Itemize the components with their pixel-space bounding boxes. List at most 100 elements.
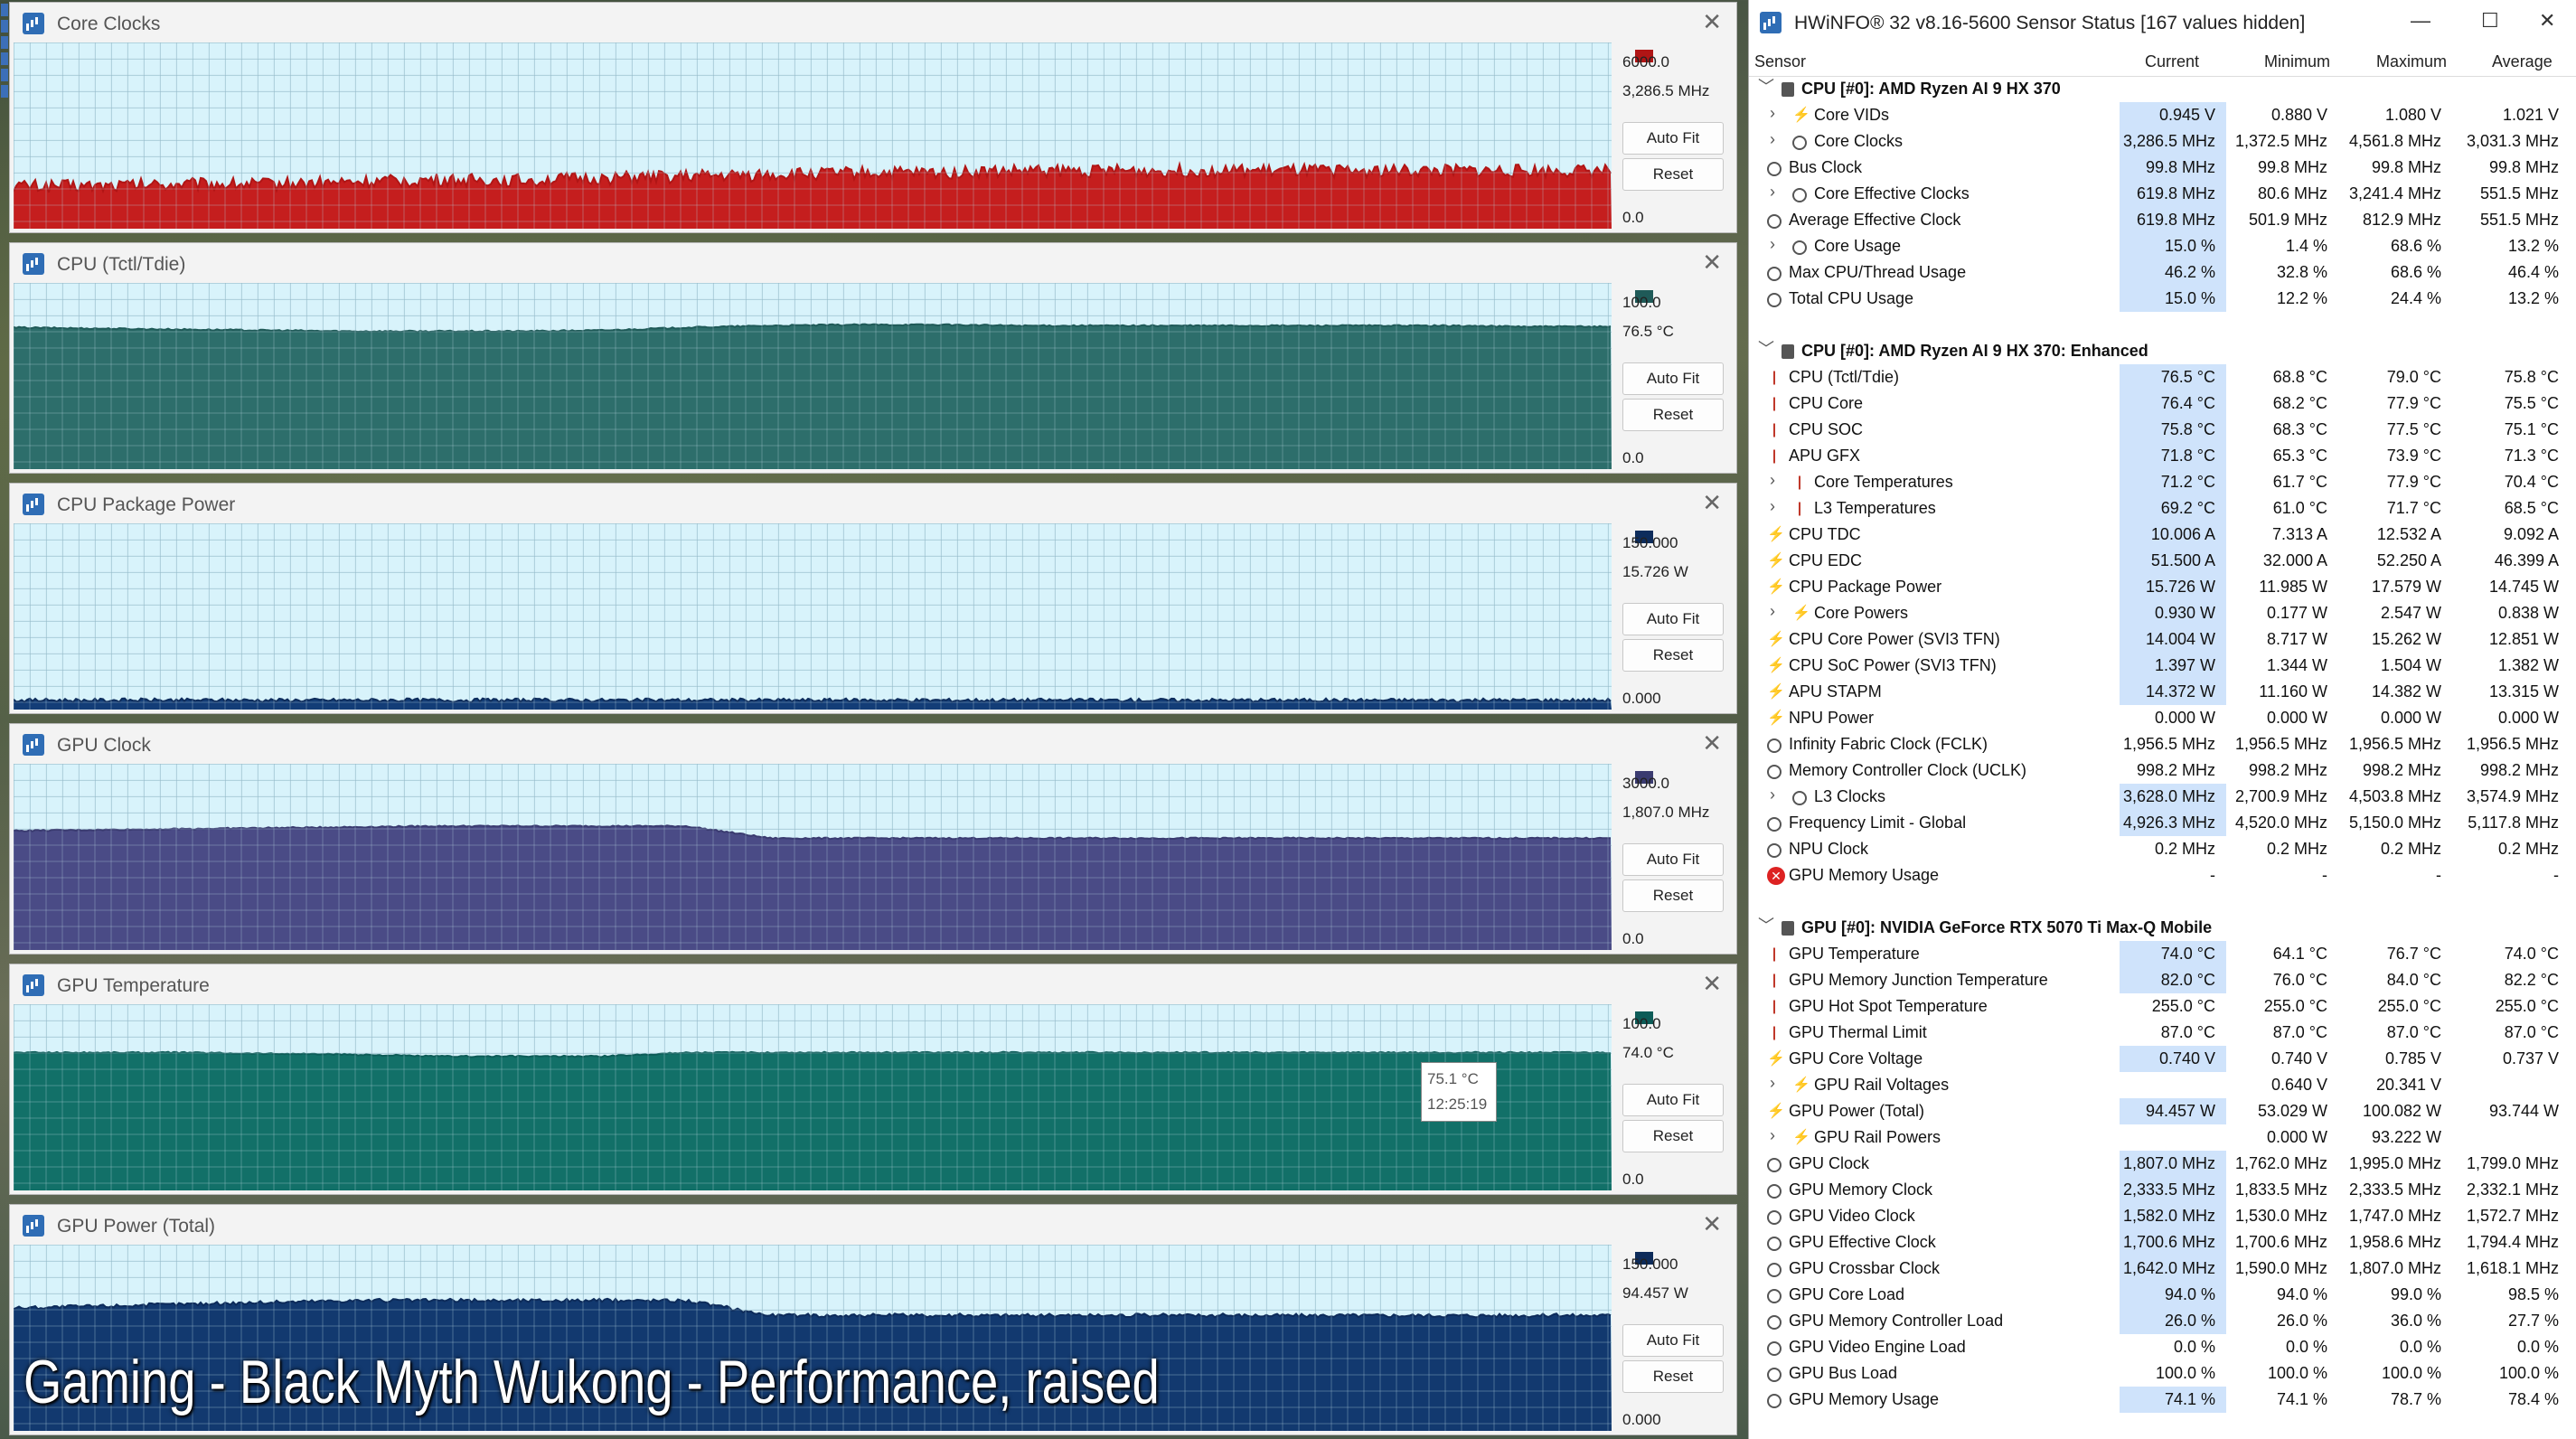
expand-icon[interactable]: ›	[1765, 236, 1780, 252]
sensor-row[interactable]: ⚡ GPU Power (Total) 94.457 W 53.029 W 10…	[1749, 1098, 2576, 1124]
maximize-button[interactable]: ☐	[2481, 9, 2499, 33]
reset-button[interactable]: Reset	[1622, 1120, 1724, 1152]
sensor-row[interactable]: GPU Memory Clock 2,333.5 MHz 1,833.5 MHz…	[1749, 1177, 2576, 1203]
graph-title: GPU Clock	[57, 735, 151, 756]
collapse-icon[interactable]: ﹀	[1758, 79, 1774, 95]
sensor-row[interactable]: ✕ GPU Memory Usage - - - -	[1749, 862, 2576, 889]
expand-icon[interactable]: ›	[1765, 1127, 1780, 1143]
current-value: 76.5 °C	[2160, 368, 2215, 386]
auto-fit-button[interactable]: Auto Fit	[1622, 122, 1724, 155]
sensor-row[interactable]: GPU Memory Controller Load 26.0 % 26.0 %…	[1749, 1308, 2576, 1334]
sensor-row[interactable]: | CPU SOC 75.8 °C 68.3 °C 77.5 °C 75.1 °…	[1749, 417, 2576, 443]
reset-button[interactable]: Reset	[1622, 158, 1724, 191]
expand-icon[interactable]: ›	[1765, 472, 1780, 488]
close-icon[interactable]: ✕	[1702, 729, 1722, 757]
sensor-row[interactable]: ⚡ NPU Power 0.000 W 0.000 W 0.000 W 0.00…	[1749, 705, 2576, 731]
sensor-row[interactable]: Memory Controller Clock (UCLK) 998.2 MHz…	[1749, 757, 2576, 784]
current-value: 1,956.5 MHz	[2122, 735, 2215, 753]
expand-icon[interactable]: ›	[1765, 105, 1780, 121]
sensor-row[interactable]: | APU GFX 71.8 °C 65.3 °C 73.9 °C 71.3 °…	[1749, 443, 2576, 469]
sensor-row[interactable]: ⚡ APU STAPM 14.372 W 11.160 W 14.382 W 1…	[1749, 679, 2576, 705]
minimize-button[interactable]: —	[2411, 9, 2430, 33]
sensor-row[interactable]: | GPU Memory Junction Temperature 82.0 °…	[1749, 967, 2576, 993]
sensor-row[interactable]: | GPU Temperature 74.0 °C 64.1 °C 76.7 °…	[1749, 941, 2576, 967]
sensor-row[interactable]: Bus Clock 99.8 MHz 99.8 MHz 99.8 MHz 99.…	[1749, 155, 2576, 181]
sensor-row[interactable]: › | Core Temperatures 71.2 °C 61.7 °C 77…	[1749, 469, 2576, 495]
close-icon[interactable]: ✕	[1702, 489, 1722, 517]
sensor-row[interactable]: › ⚡ GPU Rail Powers 0.000 W 93.222 W	[1749, 1124, 2576, 1151]
average-value: 1.382 W	[2497, 656, 2559, 674]
reset-button[interactable]: Reset	[1622, 639, 1724, 672]
sensor-row[interactable]: Total CPU Usage 15.0 % 12.2 % 24.4 % 13.…	[1749, 286, 2576, 312]
sensor-row[interactable]: Average Effective Clock 619.8 MHz 501.9 …	[1749, 207, 2576, 233]
sensor-row[interactable]: › L3 Clocks 3,628.0 MHz 2,700.9 MHz 4,50…	[1749, 784, 2576, 810]
sensor-group-header[interactable]: ﹀ CPU [#0]: AMD Ryzen AI 9 HX 370: Enhan…	[1749, 338, 2576, 364]
minimum-value: 1.4 %	[2285, 237, 2327, 255]
expand-icon[interactable]: ›	[1765, 131, 1780, 147]
sensor-list[interactable]: ﹀ CPU [#0]: AMD Ryzen AI 9 HX 370 › ⚡ Co…	[1749, 76, 2576, 1413]
sensor-row[interactable]: | GPU Thermal Limit 87.0 °C 87.0 °C 87.0…	[1749, 1020, 2576, 1046]
auto-fit-button[interactable]: Auto Fit	[1622, 843, 1724, 876]
sensor-row[interactable]: › Core Usage 15.0 % 1.4 % 68.6 % 13.2 %	[1749, 233, 2576, 259]
sensor-row[interactable]: NPU Clock 0.2 MHz 0.2 MHz 0.2 MHz 0.2 MH…	[1749, 836, 2576, 862]
reset-button[interactable]: Reset	[1622, 1360, 1724, 1393]
sensor-label: GPU Video Clock	[1789, 1207, 1915, 1225]
col-maximum[interactable]: Maximum	[2376, 52, 2447, 71]
sensor-label: CPU Core	[1789, 394, 1864, 412]
sensor-row[interactable]: GPU Effective Clock 1,700.6 MHz 1,700.6 …	[1749, 1229, 2576, 1256]
sensor-row[interactable]: › Core Clocks 3,286.5 MHz 1,372.5 MHz 4,…	[1749, 128, 2576, 155]
auto-fit-button[interactable]: Auto Fit	[1622, 1324, 1724, 1357]
sensor-row[interactable]: ⚡ CPU Package Power 15.726 W 11.985 W 17…	[1749, 574, 2576, 600]
sensor-row[interactable]: ⚡ CPU SoC Power (SVI3 TFN) 1.397 W 1.344…	[1749, 653, 2576, 679]
reset-button[interactable]: Reset	[1622, 879, 1724, 912]
sensor-row[interactable]: Max CPU/Thread Usage 46.2 % 32.8 % 68.6 …	[1749, 259, 2576, 286]
sensor-row[interactable]: › | L3 Temperatures 69.2 °C 61.0 °C 71.7…	[1749, 495, 2576, 522]
auto-fit-button[interactable]: Auto Fit	[1622, 603, 1724, 635]
sensor-row[interactable]: Frequency Limit - Global 4,926.3 MHz 4,5…	[1749, 810, 2576, 836]
sensor-row[interactable]: ⚡ GPU Core Voltage 0.740 V 0.740 V 0.785…	[1749, 1046, 2576, 1072]
sensor-row[interactable]: Infinity Fabric Clock (FCLK) 1,956.5 MHz…	[1749, 731, 2576, 757]
close-icon[interactable]: ✕	[1702, 249, 1722, 277]
close-icon[interactable]: ✕	[1702, 1210, 1722, 1238]
sensor-row[interactable]: GPU Core Load 94.0 % 94.0 % 99.0 % 98.5 …	[1749, 1282, 2576, 1308]
maximum-value: 1,995.0 MHz	[2348, 1154, 2441, 1172]
sensor-row[interactable]: GPU Bus Load 100.0 % 100.0 % 100.0 % 100…	[1749, 1360, 2576, 1387]
sensor-row[interactable]: GPU Crossbar Clock 1,642.0 MHz 1,590.0 M…	[1749, 1256, 2576, 1282]
collapse-icon[interactable]: ﹀	[1758, 341, 1774, 357]
close-button[interactable]: ✕	[2539, 9, 2555, 33]
sensor-row[interactable]: › Core Effective Clocks 619.8 MHz 80.6 M…	[1749, 181, 2576, 207]
graph-sidebar: 100.0 74.0 °C Auto Fit Reset 0.0	[1617, 1004, 1736, 1190]
auto-fit-button[interactable]: Auto Fit	[1622, 362, 1724, 395]
collapse-icon[interactable]: ﹀	[1758, 917, 1774, 934]
auto-fit-button[interactable]: Auto Fit	[1622, 1084, 1724, 1116]
sensor-group-header[interactable]: ﹀ CPU [#0]: AMD Ryzen AI 9 HX 370	[1749, 76, 2576, 102]
col-sensor[interactable]: Sensor	[1754, 52, 1806, 71]
col-average[interactable]: Average	[2492, 52, 2552, 71]
col-minimum[interactable]: Minimum	[2264, 52, 2330, 71]
sensor-row[interactable]: GPU Video Clock 1,582.0 MHz 1,530.0 MHz …	[1749, 1203, 2576, 1229]
sensor-row[interactable]: | CPU Core 76.4 °C 68.2 °C 77.9 °C 75.5 …	[1749, 390, 2576, 417]
sensor-row[interactable]: › ⚡ GPU Rail Voltages 0.640 V 20.341 V	[1749, 1072, 2576, 1098]
sensor-row[interactable]: ⚡ CPU TDC 10.006 A 7.313 A 12.532 A 9.09…	[1749, 522, 2576, 548]
sensor-row[interactable]: | GPU Hot Spot Temperature 255.0 °C 255.…	[1749, 993, 2576, 1020]
sensor-row[interactable]: › ⚡ Core VIDs 0.945 V 0.880 V 1.080 V 1.…	[1749, 102, 2576, 128]
minimum-value: 1,372.5 MHz	[2234, 132, 2327, 150]
col-current[interactable]: Current	[2145, 52, 2199, 71]
sensor-row[interactable]: GPU Memory Usage 74.1 % 74.1 % 78.7 % 78…	[1749, 1387, 2576, 1413]
sensor-row[interactable]: GPU Video Engine Load 0.0 % 0.0 % 0.0 % …	[1749, 1334, 2576, 1360]
sensor-row[interactable]: | CPU (Tctl/Tdie) 76.5 °C 68.8 °C 79.0 °…	[1749, 364, 2576, 390]
sensor-row[interactable]: ⚡ CPU EDC 51.500 A 32.000 A 52.250 A 46.…	[1749, 548, 2576, 574]
expand-icon[interactable]: ›	[1765, 183, 1780, 200]
sensor-row[interactable]: GPU Clock 1,807.0 MHz 1,762.0 MHz 1,995.…	[1749, 1151, 2576, 1177]
sensor-row[interactable]: › ⚡ Core Powers 0.930 W 0.177 W 2.547 W …	[1749, 600, 2576, 626]
expand-icon[interactable]: ›	[1765, 1075, 1780, 1091]
sensor-row[interactable]: ⚡ CPU Core Power (SVI3 TFN) 14.004 W 8.7…	[1749, 626, 2576, 653]
sensor-group-header[interactable]: ﹀ GPU [#0]: NVIDIA GeForce RTX 5070 Ti M…	[1749, 915, 2576, 941]
sensor-label: GPU Thermal Limit	[1789, 1023, 1927, 1041]
expand-icon[interactable]: ›	[1765, 603, 1780, 619]
expand-icon[interactable]: ›	[1765, 498, 1780, 514]
expand-icon[interactable]: ›	[1765, 786, 1780, 803]
reset-button[interactable]: Reset	[1622, 399, 1724, 431]
close-icon[interactable]: ✕	[1702, 970, 1722, 998]
close-icon[interactable]: ✕	[1702, 8, 1722, 36]
